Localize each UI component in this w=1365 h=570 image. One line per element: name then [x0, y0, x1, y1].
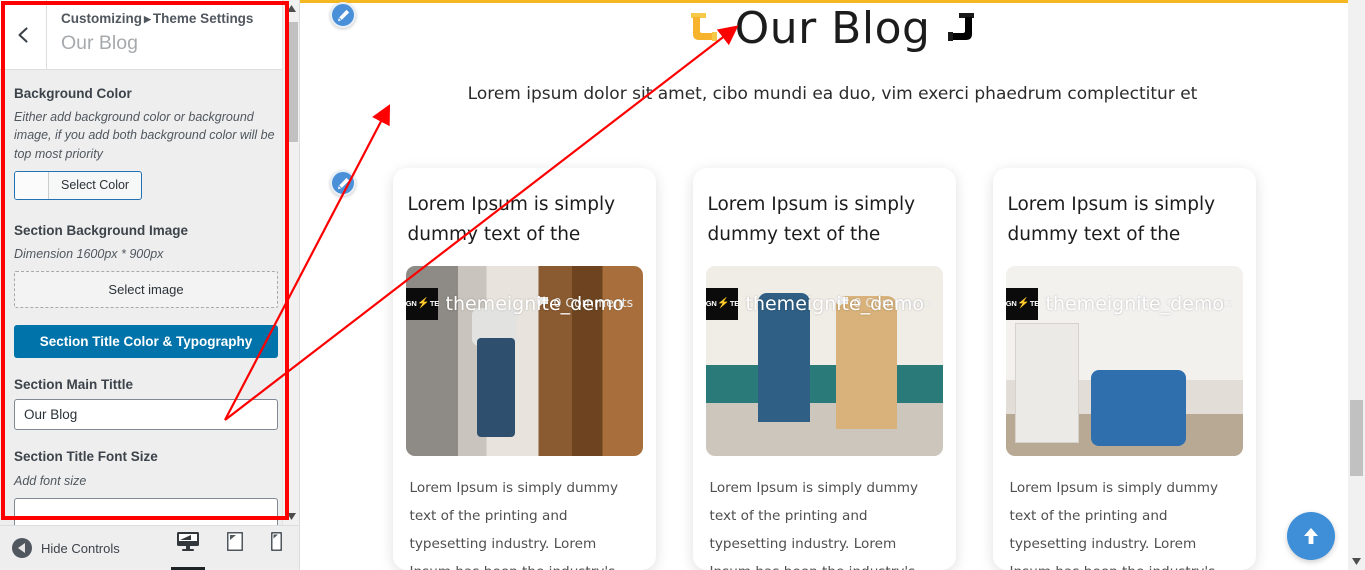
scroll-down-arrow-icon[interactable]	[283, 508, 299, 525]
themeignite-logo-icon: IGN⚡TE	[1005, 287, 1039, 320]
pencil-icon	[337, 9, 349, 21]
desktop-icon	[177, 531, 199, 551]
hide-controls-label: Hide Controls	[41, 540, 120, 556]
blog-card[interactable]: Lorem Ipsum is simply dummy text of the …	[392, 168, 656, 570]
control-background-color: Background Color Either add background c…	[14, 84, 278, 204]
breadcrumb-root: Customizing	[61, 11, 142, 26]
control-section-background-image: Section Background Image Dimension 1600p…	[14, 221, 278, 308]
control-label: Section Main Tittle	[14, 377, 134, 392]
control-label: Section Title Font Size	[14, 449, 158, 465]
control-description: Either add background color or backgroun…	[14, 110, 275, 161]
color-picker-button[interactable]: Select Color	[14, 170, 143, 200]
tablet-icon	[226, 531, 244, 551]
chevron-left-icon	[18, 26, 28, 43]
blog-card-media: 0 Comments IGN⚡TE themeignite_demo	[405, 265, 643, 456]
preview-accent-bar	[300, 0, 1365, 3]
control-description: Add font size	[14, 473, 87, 488]
customizer-scrollbar[interactable]	[282, 0, 299, 525]
author-handle: themeignite_demo	[745, 292, 925, 315]
preview-scrollbar[interactable]	[1348, 0, 1365, 570]
breadcrumb-separator-icon: ▶	[144, 14, 151, 24]
section-title: Our Blog	[734, 3, 931, 54]
device-preview-switcher	[171, 531, 299, 570]
author-handle: themeignite_demo	[1045, 292, 1225, 315]
section-title-font-size-input[interactable]	[14, 497, 278, 525]
control-label: Background Color	[14, 86, 132, 101]
pipe-elbow-yellow-icon	[690, 13, 717, 42]
themeignite-logo-icon: IGN⚡TE	[705, 287, 739, 320]
customizer-scrollbar-thumb[interactable]	[285, 22, 298, 142]
blog-card-title: Lorem Ipsum is simply dummy text of the	[1007, 194, 1216, 245]
blog-card-author-overlay: IGN⚡TE themeignite_demo	[405, 287, 625, 320]
back-button[interactable]	[0, 0, 47, 69]
device-tablet-button[interactable]	[226, 531, 244, 565]
blog-card-title: Lorem Ipsum is simply dummy text of the	[707, 194, 916, 245]
customizer-panel: Customizing ▶ Theme Settings Our Blog Back…	[0, 0, 300, 570]
themeignite-logo-icon: IGN⚡TE	[405, 287, 439, 320]
pipe-elbow-black-icon	[948, 13, 975, 42]
blog-card-list: Lorem Ipsum is simply dummy text of the …	[300, 168, 1348, 570]
control-title-typography: Section Title Color & Typography	[14, 325, 278, 358]
blog-card[interactable]: Lorem Ipsum is simply dummy text of the …	[692, 168, 956, 570]
select-color-label: Select Color	[61, 178, 130, 193]
edit-pin-section-title[interactable]	[330, 2, 356, 28]
blog-card-excerpt: Lorem Ipsum is simply dummy text of the …	[409, 479, 619, 570]
edit-pin-blog-cards[interactable]	[330, 170, 356, 196]
blog-card-author-overlay: IGN⚡TE themeignite_demo	[705, 287, 925, 320]
control-section-main-title: Section Main Tittle	[14, 375, 278, 431]
device-desktop-button[interactable]	[171, 531, 205, 570]
control-description: Dimension 1600px * 900px	[14, 246, 164, 261]
blog-section-header: Our Blog Lorem ipsum dolor sit amet, cib…	[300, 0, 1365, 104]
preview-scroll-down-arrow-icon[interactable]	[1348, 553, 1365, 570]
control-label: Section Background Image	[14, 222, 189, 238]
blog-card-author-overlay: IGN⚡TE themeignite_demo	[1005, 287, 1225, 320]
section-title-typography-button[interactable]: Section Title Color & Typography	[14, 325, 278, 358]
blog-card-title: Lorem Ipsum is simply dummy text of the	[407, 194, 616, 245]
preview-scrollbar-thumb[interactable]	[1350, 400, 1363, 476]
pencil-icon	[337, 177, 349, 189]
blog-card-excerpt: Lorem Ipsum is simply dummy text of the …	[709, 479, 919, 570]
blog-card[interactable]: Lorem Ipsum is simply dummy text of the …	[992, 168, 1256, 570]
hide-controls-button[interactable]: Hide Controls	[0, 538, 177, 558]
customizer-controls-list: Background Color Either add background c…	[0, 70, 292, 525]
device-mobile-button[interactable]	[270, 531, 283, 565]
collapse-arrow-icon	[12, 538, 32, 558]
select-image-button[interactable]: Select image	[14, 271, 278, 308]
customizer-footer: Hide Controls	[0, 525, 299, 570]
blog-card-media: 0 Comments IGN⚡TE themeignite_demo	[1005, 265, 1243, 456]
breadcrumb-section: Theme Settings	[152, 11, 254, 26]
scroll-to-top-button[interactable]	[1287, 512, 1335, 560]
breadcrumb: Customizing ▶ Theme Settings	[61, 10, 253, 29]
mobile-icon	[270, 531, 283, 551]
panel-title-group: Customizing ▶ Theme Settings Our Blog	[47, 0, 253, 69]
page-title: Our Blog	[61, 31, 138, 54]
section-title-row: Our Blog	[300, 3, 1365, 55]
section-subtitle: Lorem ipsum dolor sit amet, cibo mundi e…	[467, 83, 1198, 104]
customizer-panel-header: Customizing ▶ Theme Settings Our Blog	[0, 0, 299, 70]
control-section-title-font-size: Section Title Font Size Add font size	[14, 447, 278, 525]
arrow-up-icon	[1304, 528, 1318, 544]
section-main-title-input[interactable]	[14, 399, 278, 431]
blog-card-media: 0 Comments IGN⚡TE themeignite_demo	[705, 265, 943, 456]
scroll-up-arrow-icon[interactable]	[283, 0, 299, 17]
author-handle: themeignite_demo	[445, 292, 625, 315]
blog-card-excerpt: Lorem Ipsum is simply dummy text of the …	[1009, 479, 1219, 570]
site-preview-frame: Our Blog Lorem ipsum dolor sit amet, cib…	[300, 0, 1365, 570]
color-swatch[interactable]	[15, 171, 49, 199]
